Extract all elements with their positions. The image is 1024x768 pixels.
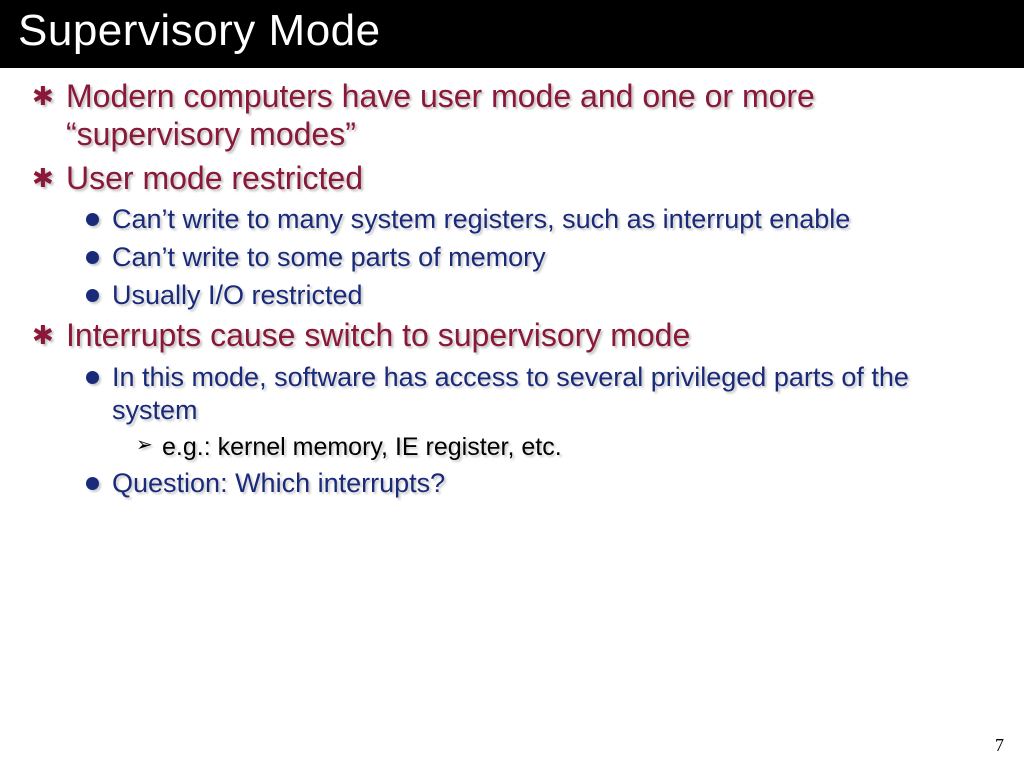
- page-number: 7: [995, 735, 1004, 756]
- bullet-l2: Question: Which interrupts?: [82, 467, 996, 500]
- bullet-l3: e.g.: kernel memory, IE register, etc.: [136, 432, 996, 463]
- bullet-l2: Usually I/O restricted: [82, 279, 996, 312]
- slide: Supervisory Mode Modern computers have u…: [0, 0, 1024, 768]
- bullet-l1: Modern computers have user mode and one …: [28, 78, 996, 154]
- slide-content: Modern computers have user mode and one …: [0, 68, 1024, 500]
- bullet-l2: Can’t write to many system registers, su…: [82, 203, 996, 236]
- slide-title: Supervisory Mode: [0, 0, 1024, 68]
- bullet-l2: In this mode, software has access to sev…: [82, 361, 996, 427]
- bullet-l2: Can’t write to some parts of memory: [82, 241, 996, 274]
- bullet-l1: Interrupts cause switch to supervisory m…: [28, 317, 996, 355]
- bullet-l1: User mode restricted: [28, 160, 996, 198]
